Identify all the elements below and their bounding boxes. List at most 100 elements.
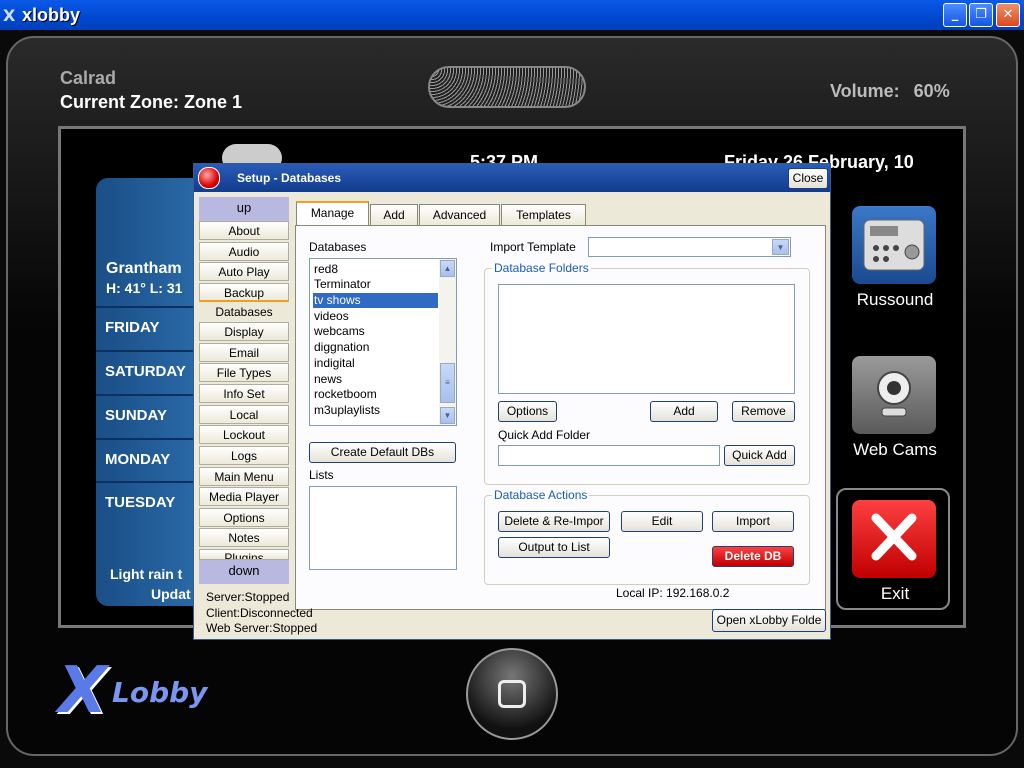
tab-templates[interactable]: Templates (501, 204, 586, 225)
sidebar-item-lockout[interactable]: Lockout (199, 425, 289, 444)
import-template-select[interactable]: ▼ (588, 237, 791, 257)
delete-db-button[interactable]: Delete DB (712, 546, 794, 567)
weather-condition: Light rain t (110, 566, 183, 582)
chevron-down-icon[interactable]: ▼ (772, 239, 789, 255)
window-title-bar: X xlobby _ ❐ ✕ (0, 0, 1024, 30)
sidebar-item-display[interactable]: Display (199, 322, 289, 341)
close-icon[interactable]: ✕ (996, 3, 1020, 27)
restore-icon[interactable]: ❐ (969, 3, 993, 27)
sidebar-item-logs[interactable]: Logs (199, 446, 289, 465)
quick-add-button[interactable]: Quick Add (724, 445, 795, 466)
tab-advanced[interactable]: Advanced (419, 204, 500, 225)
edit-button[interactable]: Edit (621, 511, 703, 532)
minimize-icon[interactable]: _ (943, 3, 967, 27)
database-folders-list[interactable] (498, 284, 795, 394)
list-item[interactable]: m3uplaylists (313, 403, 438, 418)
create-default-dbs-button[interactable]: Create Default DBs (309, 442, 456, 463)
list-item[interactable]: diggnation (313, 340, 438, 355)
list-item[interactable]: news (313, 372, 438, 387)
webcam-icon (877, 371, 911, 417)
manage-panel: Databases red8 Terminator tv shows video… (295, 225, 826, 610)
sidebar-item-email[interactable]: Email (199, 343, 289, 362)
home-icon (498, 680, 526, 708)
lists-list[interactable] (309, 486, 457, 570)
sidebar-up-button[interactable]: up (199, 197, 289, 221)
lists-label: Lists (309, 468, 334, 482)
logo-text: Lobby (112, 676, 208, 709)
list-item[interactable]: rocketboom (313, 387, 438, 402)
list-item[interactable]: videos (313, 309, 438, 324)
window-title: xlobby (22, 5, 81, 25)
scroll-down-icon[interactable]: ▼ (440, 407, 455, 424)
list-item[interactable]: red8 (313, 262, 438, 277)
local-ip: Local IP: 192.168.0.2 (616, 586, 730, 600)
sidebar-item-about[interactable]: About (199, 221, 289, 240)
sidebar-down-button[interactable]: down (199, 560, 289, 584)
database-actions-title: Database Actions (492, 488, 590, 502)
webcams-label: Web Cams (853, 440, 937, 459)
client-status: Client:Disconnected (206, 606, 313, 620)
databases-list[interactable]: red8 Terminator tv shows videos webcams … (309, 258, 457, 426)
webcams-tile[interactable] (852, 356, 936, 434)
volume-label: Volume: (830, 81, 900, 101)
sidebar-item-file-types[interactable]: File Types (199, 363, 289, 382)
dialog-orb-icon (198, 167, 220, 189)
web-server-status: Web Server:Stopped (206, 621, 318, 635)
database-folders-title: Database Folders (492, 261, 591, 275)
databases-scrollbar[interactable]: ▲ ≡ ▼ (439, 259, 456, 425)
list-item[interactable]: tv shows (313, 293, 438, 308)
scroll-up-icon[interactable]: ▲ (440, 260, 455, 277)
russound-tile[interactable] (852, 206, 936, 284)
open-xlobby-folder-button[interactable]: Open xLobby Folde (712, 609, 826, 632)
sidebar-item-info-set[interactable]: Info Set (199, 384, 289, 403)
sidebar-item-local[interactable]: Local (199, 405, 289, 424)
forecast-day: MONDAY (96, 438, 200, 478)
output-to-list-button[interactable]: Output to List (498, 537, 610, 558)
list-item[interactable]: webcams (313, 324, 438, 339)
logo-x: X (58, 654, 108, 728)
tab-add[interactable]: Add (370, 204, 418, 225)
sidebar-item-media-player[interactable]: Media Player (199, 487, 289, 506)
forecast-day: FRIDAY (96, 306, 200, 346)
dialog-close-button[interactable]: Close (788, 168, 828, 189)
sidebar-item-plugins[interactable]: Plugins (199, 549, 289, 560)
server-status: Server:Stopped (206, 590, 290, 604)
tab-manage[interactable]: Manage (296, 201, 369, 226)
sidebar-item-databases[interactable]: Databases (199, 303, 289, 322)
sidebar-item-backup[interactable]: Backup (199, 283, 289, 302)
quick-add-input[interactable] (498, 445, 720, 466)
list-item[interactable]: indigital (313, 356, 438, 371)
weather-panel[interactable]: Grantham H: 41° L: 31 FRIDAY SATURDAY SU… (96, 178, 200, 606)
import-button[interactable]: Import (712, 511, 794, 532)
remote-control-icon (863, 219, 925, 271)
forecast-day: SUNDAY (96, 394, 200, 434)
exit-x-icon (871, 513, 917, 561)
current-zone: Current Zone: Zone 1 (60, 92, 243, 112)
sidebar-item-main-menu[interactable]: Main Menu (199, 467, 289, 486)
folder-add-button[interactable]: Add (650, 401, 718, 422)
exit-tile[interactable] (852, 500, 936, 578)
sidebar-item-notes[interactable]: Notes (199, 528, 289, 547)
speaker-grille (428, 66, 586, 108)
volume-display: Volume: 60% (830, 81, 950, 102)
home-button[interactable] (466, 648, 558, 740)
forecast-day: TUESDAY (96, 481, 200, 521)
sidebar-item-auto-play[interactable]: Auto Play (199, 262, 289, 281)
folder-options-button[interactable]: Options (498, 401, 557, 422)
sidebar-item-audio[interactable]: Audio (199, 242, 289, 261)
weather-location: Grantham (106, 260, 182, 277)
folder-remove-button[interactable]: Remove (732, 401, 795, 422)
forecast-day: SATURDAY (96, 350, 200, 390)
brand-label: Calrad (60, 68, 117, 88)
volume-value: 60% (913, 81, 950, 101)
delete-reimport-button[interactable]: Delete & Re-Impor (498, 511, 610, 532)
x-logo-icon: X (3, 6, 16, 25)
databases-label: Databases (309, 240, 367, 254)
weather-highlow: H: 41° L: 31 (106, 280, 183, 296)
database-folders-group: Database Folders Options Add Remove Quic… (484, 261, 810, 485)
sidebar-item-options[interactable]: Options (199, 508, 289, 527)
dialog-title-bar: Setup - Databases Close (194, 164, 830, 192)
list-item[interactable]: Terminator (313, 277, 438, 292)
scroll-thumb[interactable]: ≡ (440, 363, 455, 403)
exit-label: Exit (880, 584, 910, 603)
